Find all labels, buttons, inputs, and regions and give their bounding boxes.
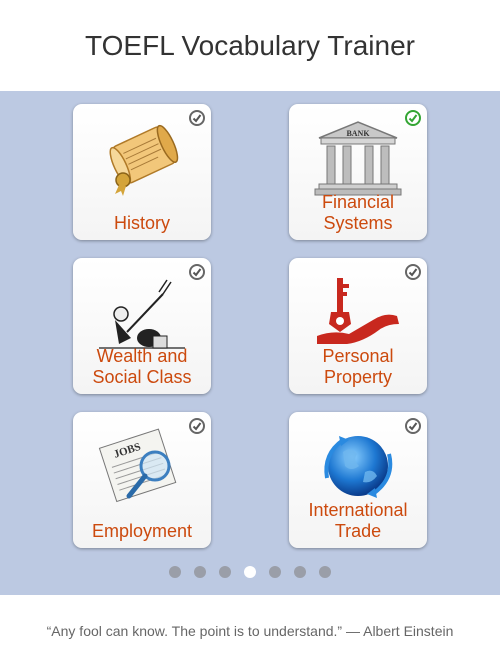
page-dot[interactable] <box>219 566 231 578</box>
tile-label: International Trade <box>308 500 408 541</box>
page-indicator <box>0 566 500 578</box>
bank-text: BANK <box>346 129 370 138</box>
page-dot[interactable] <box>294 566 306 578</box>
page-dot[interactable] <box>319 566 331 578</box>
tile-personal-property[interactable]: Personal Property <box>289 258 427 394</box>
hand-key-icon <box>317 278 399 344</box>
tile-international-trade[interactable]: International Trade <box>289 412 427 548</box>
check-icon <box>405 264 421 280</box>
check-complete-icon <box>405 110 421 126</box>
page-dot[interactable] <box>269 566 281 578</box>
page-dot[interactable] <box>194 566 206 578</box>
tile-label: Personal Property <box>322 346 394 387</box>
page-dot-active[interactable] <box>244 566 256 578</box>
footer-quote: “Any fool can know. The point is to unde… <box>0 595 500 667</box>
quote-text: “Any fool can know. The point is to unde… <box>46 623 454 639</box>
check-icon <box>405 418 421 434</box>
tile-employment[interactable]: JOBS Employment <box>73 412 211 548</box>
tile-financial-systems[interactable]: BANK Financial Systems <box>289 104 427 240</box>
tile-label: Wealth and Social Class <box>92 346 192 387</box>
page-dot[interactable] <box>169 566 181 578</box>
tile-label: Employment <box>91 521 193 541</box>
check-icon <box>189 110 205 126</box>
check-icon <box>189 418 205 434</box>
wealth-cartoon-icon <box>99 279 185 349</box>
scroll-icon <box>109 124 179 196</box>
category-grid: History BANK Financial Systems Wealth an… <box>0 91 500 595</box>
tile-history[interactable]: History <box>73 104 211 240</box>
jobs-newspaper-icon: JOBS <box>98 428 177 503</box>
bank-icon: BANK <box>314 121 402 196</box>
app-header: TOEFL Vocabulary Trainer <box>0 0 500 91</box>
tile-wealth-and-social-class[interactable]: Wealth and Social Class <box>73 258 211 394</box>
check-icon <box>189 264 205 280</box>
tile-label: Financial Systems <box>321 192 395 233</box>
tile-label: History <box>113 213 170 233</box>
app-title: TOEFL Vocabulary Trainer <box>85 29 415 61</box>
globe-icon <box>324 436 393 498</box>
